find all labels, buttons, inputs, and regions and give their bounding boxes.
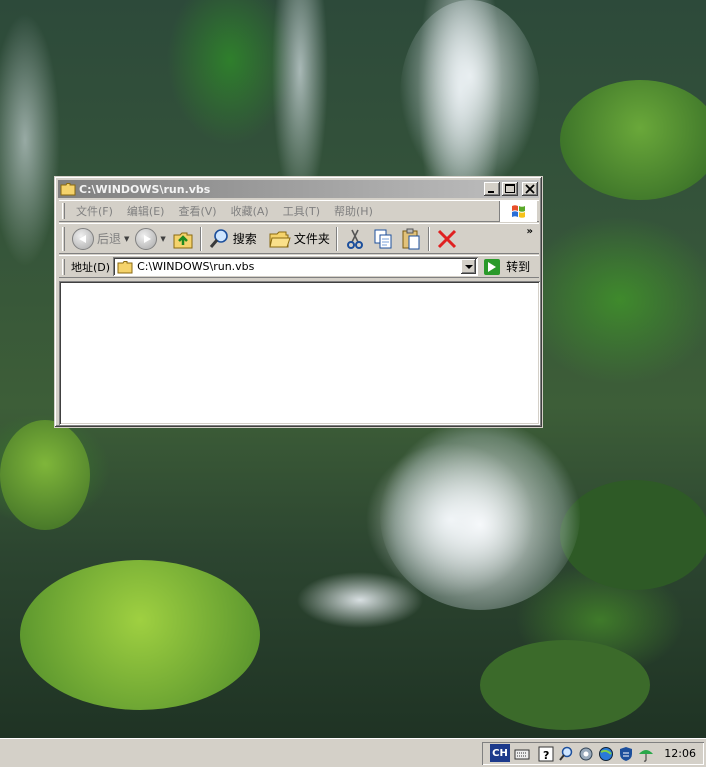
- taskbar: ? 12:06: [0, 738, 706, 767]
- copy-icon: [374, 229, 392, 248]
- address-input[interactable]: C:\WINDOWS\run.vbs: [113, 257, 479, 276]
- close-icon: [525, 184, 535, 194]
- folder-icon: [60, 182, 76, 196]
- chevron-down-icon[interactable]: ▼: [124, 235, 129, 243]
- go-arrow-icon: [484, 258, 501, 275]
- toolbar-grip[interactable]: [62, 258, 65, 275]
- chevron-down-icon[interactable]: ▼: [160, 235, 165, 243]
- copy-button[interactable]: [369, 226, 397, 252]
- search-button[interactable]: 搜索: [205, 226, 260, 252]
- minimize-icon: [488, 191, 494, 193]
- clock[interactable]: 12:06: [664, 747, 696, 760]
- paste-button[interactable]: [397, 226, 425, 252]
- folder-content-pane[interactable]: [59, 281, 540, 425]
- up-button[interactable]: [169, 226, 197, 252]
- windows-logo-icon: [499, 201, 537, 222]
- maximize-button[interactable]: [502, 182, 518, 196]
- toolbar-separator: [199, 226, 202, 251]
- red-x-icon: [437, 229, 456, 248]
- address-bar: 地址(D) C:\WINDOWS\run.vbs 转到: [59, 255, 539, 278]
- maximize-icon: [505, 184, 515, 193]
- shield-icon[interactable]: [618, 746, 634, 762]
- forward-arrow-icon: [135, 227, 158, 250]
- close-button[interactable]: [522, 182, 538, 196]
- cut-button[interactable]: [341, 226, 369, 252]
- window-title: C:\WINDOWS\run.vbs: [79, 182, 211, 196]
- menu-help[interactable]: 帮助(H): [327, 203, 380, 219]
- magnifier-icon[interactable]: [558, 746, 574, 762]
- back-button[interactable]: 后退 ▼: [69, 226, 132, 252]
- umbrella-icon[interactable]: [638, 746, 654, 762]
- system-tray: ? 12:06: [482, 742, 704, 765]
- globe-icon[interactable]: [598, 746, 614, 762]
- address-dropdown-button[interactable]: [461, 259, 477, 274]
- standard-toolbar: 后退 ▼ ▼ 搜索 文件夹 »: [59, 223, 539, 254]
- up-folder-icon: [173, 232, 193, 248]
- toolbar-grip[interactable]: [62, 226, 65, 251]
- mossy-rock: [480, 640, 650, 730]
- menu-bar: 文件(F) 编辑(E) 查看(V) 收藏(A) 工具(T) 帮助(H): [59, 200, 539, 222]
- toolbar-grip[interactable]: [62, 203, 65, 219]
- address-value: C:\WINDOWS\run.vbs: [137, 260, 255, 273]
- mossy-rock: [20, 560, 260, 710]
- mossy-rock: [0, 420, 90, 530]
- menu-file[interactable]: 文件(F): [69, 203, 120, 219]
- search-label: 搜索: [232, 232, 257, 246]
- go-button[interactable]: 转到: [484, 258, 530, 275]
- menu-favorites[interactable]: 收藏(A): [224, 203, 276, 219]
- explorer-window[interactable]: C:\WINDOWS\run.vbs 文件(F) 编辑(E) 查看(V) 收藏(…: [54, 176, 543, 428]
- toolbar-separator: [427, 226, 430, 251]
- waterfall-cascade: [380, 420, 580, 610]
- menu-view[interactable]: 查看(V): [171, 203, 223, 219]
- folder-icon: [269, 231, 291, 247]
- title-bar[interactable]: C:\WINDOWS\run.vbs: [58, 180, 539, 198]
- scissors-icon: [346, 229, 363, 249]
- folders-button[interactable]: 文件夹: [266, 226, 333, 252]
- network-icon[interactable]: [578, 746, 594, 762]
- folders-label: 文件夹: [293, 232, 330, 246]
- address-label: 地址(D): [71, 260, 111, 274]
- folder-icon: [117, 260, 133, 273]
- back-arrow-icon: [72, 227, 94, 250]
- ime-language-indicator[interactable]: CH: [490, 744, 510, 762]
- go-label: 转到: [506, 260, 531, 274]
- menu-edit[interactable]: 编辑(E): [120, 203, 172, 219]
- paste-icon: [402, 228, 420, 249]
- forward-button[interactable]: ▼: [132, 226, 168, 252]
- waterfall-upper: [400, 0, 540, 190]
- back-label: 后退: [97, 232, 122, 246]
- menu-tools[interactable]: 工具(T): [276, 203, 327, 219]
- magnifier-icon: [209, 228, 228, 248]
- minimize-button[interactable]: [484, 182, 500, 196]
- svg-text:?: ?: [543, 749, 549, 762]
- keyboard-icon[interactable]: [514, 746, 530, 762]
- toolbar-separator: [335, 226, 338, 251]
- mossy-rock: [560, 480, 706, 590]
- help-icon[interactable]: ?: [538, 746, 554, 762]
- mossy-rock: [560, 80, 706, 200]
- delete-button[interactable]: [433, 226, 461, 252]
- toolbar-overflow-chevron[interactable]: »: [527, 226, 533, 237]
